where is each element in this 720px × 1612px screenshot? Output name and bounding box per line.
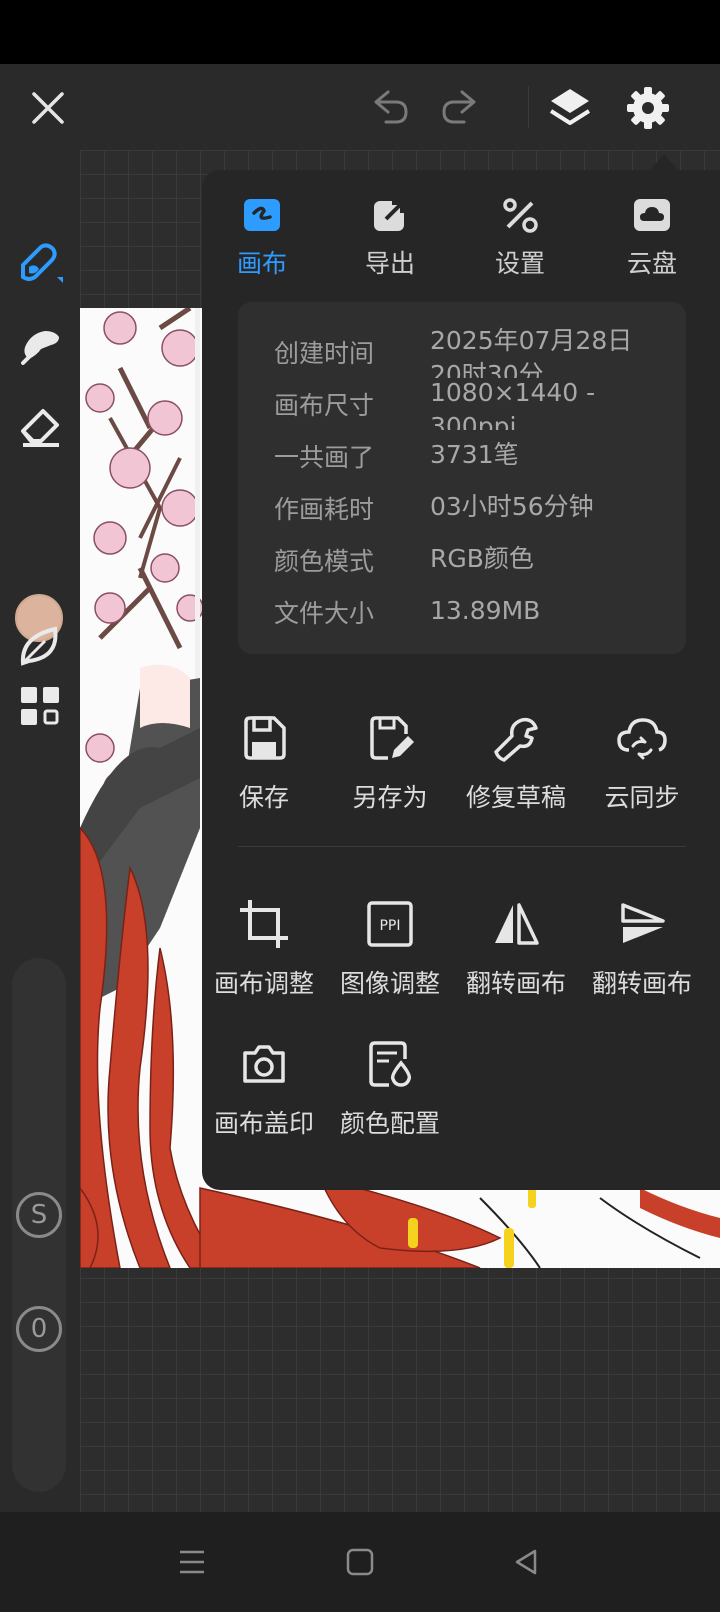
info-row-strokes: 一共画了 3731笔: [274, 440, 519, 472]
status-bar: [0, 0, 720, 64]
info-row-color-mode: 颜色模式 RGB颜色: [274, 544, 534, 576]
save-as-button[interactable]: 另存为: [328, 710, 452, 820]
info-row-size: 画布尺寸 1080×1440 - 300ppi: [274, 378, 596, 430]
canvas-adjust-button[interactable]: 画布调整: [202, 896, 326, 1006]
tab-label: 导出: [364, 249, 415, 278]
save-button[interactable]: 保存: [202, 710, 326, 820]
top-bar: [0, 64, 720, 150]
close-icon[interactable]: [22, 82, 74, 134]
smudge-tool-icon[interactable]: [12, 316, 68, 372]
home-nav-icon[interactable]: [338, 1540, 382, 1584]
ppi-icon: PPI: [328, 896, 452, 952]
cloud-sync-icon: [580, 710, 704, 766]
tab-export[interactable]: 导出: [330, 190, 450, 286]
left-toolbar: S 0: [0, 150, 80, 1512]
tab-canvas[interactable]: 画布: [202, 190, 322, 286]
color-config-icon: [328, 1036, 452, 1092]
info-row-file-size: 文件大小 13.89MB: [274, 596, 541, 628]
canvas-icon: [202, 190, 322, 240]
back-nav-icon[interactable]: [504, 1540, 548, 1584]
flip-horizontal-button[interactable]: 翻转画布: [454, 896, 578, 1006]
brush-tool-icon[interactable]: [12, 234, 68, 290]
cloud-sync-button[interactable]: 云同步: [580, 710, 704, 820]
camera-icon: [202, 1036, 326, 1092]
leaf-tool-icon[interactable]: [12, 618, 68, 674]
crop-icon: [202, 896, 326, 952]
tools-icon: [460, 190, 580, 240]
tab-label: 画布: [236, 249, 287, 278]
grid-menu-icon[interactable]: [12, 678, 68, 734]
top-bar-divider: [528, 86, 529, 128]
save-icon: [202, 710, 326, 766]
popup-caret: [650, 154, 678, 170]
eraser-tool-icon[interactable]: [12, 398, 68, 454]
flip-vertical-icon: [580, 896, 704, 952]
image-adjust-button[interactable]: PPI 图像调整: [328, 896, 452, 1006]
size-slider-knob[interactable]: S: [16, 1192, 62, 1238]
export-icon: [330, 190, 450, 240]
tab-tools-settings[interactable]: 设置: [460, 190, 580, 286]
flip-vertical-button[interactable]: 翻转画布: [580, 896, 704, 1006]
tab-label: 云盘: [626, 249, 677, 278]
save-as-icon: [328, 710, 452, 766]
opacity-slider-knob[interactable]: 0: [16, 1306, 62, 1352]
section-divider: [238, 846, 686, 847]
svg-text:PPI: PPI: [379, 918, 400, 934]
wrench-icon: [454, 710, 578, 766]
canvas-menu-panel: 画布 导出 设置 云盘 创建时间 2025年07月28日 20时30分 画布尺寸…: [202, 170, 720, 1190]
info-row-created: 创建时间 2025年07月28日 20时30分: [274, 326, 633, 378]
canvas-info-box: 创建时间 2025年07月28日 20时30分 画布尺寸 1080×1440 -…: [238, 302, 686, 654]
drawing-app: S 0 画布 导出 设置 云盘 创建时间 2025年07月28日 20时30分 …: [0, 64, 720, 1512]
tab-label: 设置: [494, 249, 545, 278]
system-nav-bar: [0, 1512, 720, 1612]
tab-cloud-drive[interactable]: 云盘: [592, 190, 712, 286]
redo-icon[interactable]: [434, 82, 486, 134]
info-row-duration: 作画耗时 03小时56分钟: [274, 492, 594, 524]
repair-draft-button[interactable]: 修复草稿: [454, 710, 578, 820]
undo-icon[interactable]: [364, 82, 416, 134]
settings-gear-icon[interactable]: [622, 82, 674, 134]
color-config-button[interactable]: 颜色配置: [328, 1036, 452, 1146]
layers-icon[interactable]: [544, 82, 596, 134]
cloud-drive-icon: [592, 190, 712, 240]
menu-nav-icon[interactable]: [170, 1540, 214, 1584]
flip-horizontal-icon: [454, 896, 578, 952]
canvas-stamp-button[interactable]: 画布盖印: [202, 1036, 326, 1146]
